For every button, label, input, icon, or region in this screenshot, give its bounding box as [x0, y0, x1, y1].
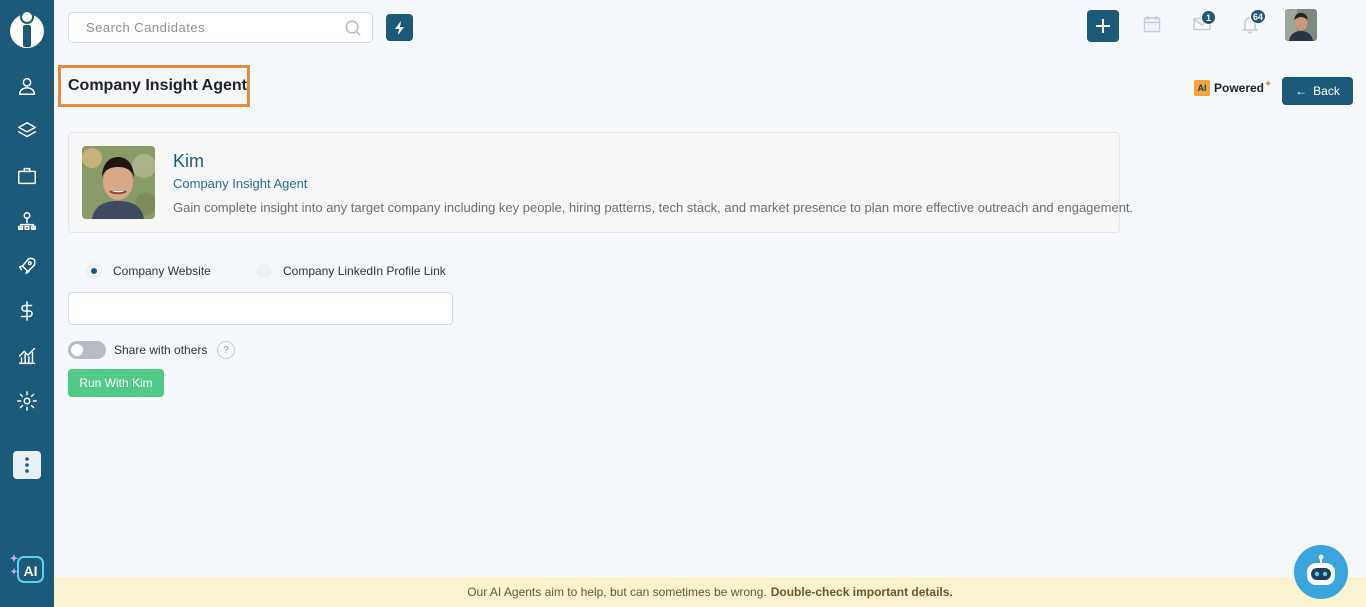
org-chart-icon[interactable] — [15, 209, 39, 233]
sparkle-icon: ✦ — [1264, 78, 1273, 90]
help-icon[interactable]: ? — [217, 341, 235, 359]
more-vertical-icon[interactable] — [13, 451, 41, 479]
radio-selected-dot — [91, 268, 97, 274]
ai-powered-label: AI Powered ✦ — [1194, 78, 1273, 96]
toggle-knob — [71, 344, 83, 356]
radio-label: Company Website — [113, 264, 211, 278]
app-logo[interactable] — [9, 9, 45, 49]
search-input[interactable] — [69, 13, 329, 42]
chatbot-icon[interactable] — [1294, 545, 1348, 599]
company-url-input[interactable] — [69, 293, 452, 324]
add-button[interactable] — [1087, 10, 1119, 42]
layers-icon[interactable] — [15, 119, 39, 143]
user-icon[interactable] — [15, 74, 39, 98]
agent-description: Gain complete insight into any target co… — [173, 200, 1134, 215]
url-input-wrapper — [68, 292, 453, 325]
briefcase-icon[interactable] — [15, 164, 39, 188]
radio-button[interactable] — [256, 263, 272, 279]
back-button[interactable]: ← Back — [1282, 77, 1353, 105]
page-title-box: Company Insight Agent — [58, 65, 250, 107]
dollar-icon[interactable] — [15, 299, 39, 323]
ai-disclaimer-bar: Our AI Agents aim to help, but can somet… — [54, 577, 1366, 607]
share-label: Share with others — [114, 343, 208, 357]
lightning-icon — [394, 20, 404, 35]
calendar-icon[interactable] — [1142, 14, 1164, 36]
gear-icon[interactable] — [15, 389, 39, 413]
notification-count-badge: 64 — [1250, 9, 1267, 24]
search-box — [68, 12, 373, 43]
agent-photo — [82, 146, 155, 219]
ai-assistant-icon[interactable]: AI — [8, 551, 46, 585]
radio-company-website[interactable]: Company Website — [86, 263, 211, 279]
share-toggle[interactable] — [68, 341, 106, 359]
quick-action-button[interactable] — [386, 14, 413, 41]
plus-icon — [1096, 19, 1110, 33]
sidebar: AI — [0, 0, 54, 607]
search-icon[interactable] — [344, 19, 362, 37]
run-agent-button[interactable]: Run With Kim — [68, 369, 164, 397]
powered-text: Powered — [1214, 81, 1265, 95]
agent-card: Kim Company Insight Agent Gain complete … — [68, 132, 1133, 233]
radio-company-linkedin[interactable]: Company LinkedIn Profile Link — [256, 263, 446, 279]
rocket-icon[interactable] — [15, 254, 39, 278]
analytics-icon[interactable] — [15, 344, 39, 368]
arrow-left-icon: ← — [1295, 84, 1308, 98]
agent-role: Company Insight Agent — [173, 176, 308, 191]
back-button-label: Back — [1313, 84, 1340, 98]
radio-label: Company LinkedIn Profile Link — [283, 264, 446, 278]
agent-name: Kim — [173, 151, 204, 171]
svg-text:AI: AI — [24, 563, 38, 579]
page-title: Company Insight Agent — [68, 77, 247, 94]
disclaimer-text: Our AI Agents aim to help, but can somet… — [467, 585, 767, 599]
user-avatar[interactable] — [1285, 9, 1317, 41]
disclaimer-bold-text: Double-check important details. — [770, 585, 953, 599]
ai-chip-icon: AI — [1194, 80, 1210, 96]
mail-count-badge: 1 — [1201, 10, 1216, 25]
radio-button[interactable] — [86, 263, 102, 279]
